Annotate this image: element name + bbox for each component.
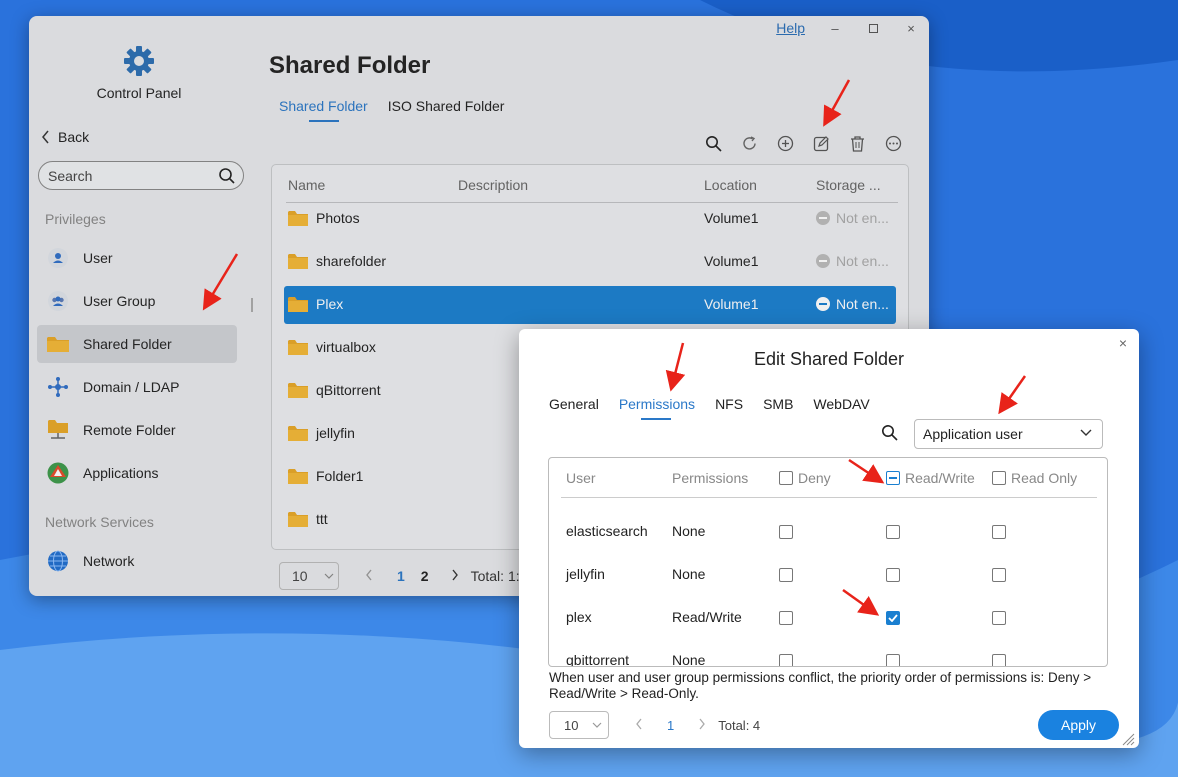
arrow-permissions (665, 342, 686, 392)
arrow-edit (823, 79, 851, 127)
arrow-read-write (848, 458, 885, 484)
annotation-arrows (202, 79, 1027, 616)
arrow-plex-rw (842, 588, 880, 616)
arrow-shared-folder (202, 253, 239, 311)
arrow-select (998, 375, 1027, 415)
